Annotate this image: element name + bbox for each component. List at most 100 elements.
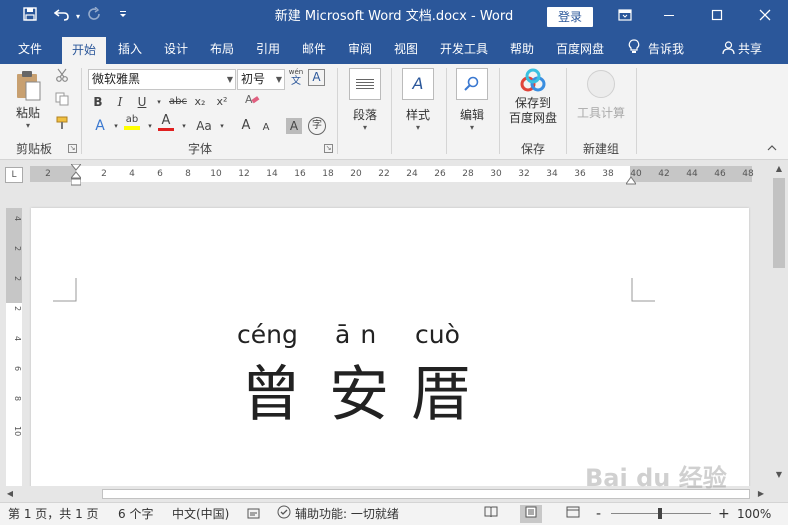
tab-references[interactable]: 引用 bbox=[248, 34, 288, 64]
editing-label: 编辑 bbox=[459, 108, 484, 122]
scroll-left-icon[interactable]: ◀ bbox=[5, 489, 15, 498]
zoom-out-button[interactable]: - bbox=[596, 503, 601, 525]
subscript-button[interactable]: x₂ bbox=[190, 92, 210, 112]
proofing-icon[interactable] bbox=[247, 503, 261, 525]
ruler-tick-label: 32 bbox=[518, 169, 530, 179]
ribbon: 粘贴 ▾ 剪贴板 ↘ 微软雅黑 ▼ 初号 ▼ wén 文 A B I U ▾ abc… bbox=[0, 64, 788, 160]
tab-file[interactable]: 文件 bbox=[8, 34, 52, 64]
font-size-value: 初号 bbox=[241, 72, 266, 86]
new-group-label: 新建组 bbox=[582, 142, 619, 156]
calculator-tool-button[interactable]: 工具计算 bbox=[572, 70, 630, 130]
ruler-tick-label: 6 bbox=[157, 169, 163, 179]
styles-button[interactable]: A 样式 ▾ bbox=[398, 68, 438, 138]
save-group-label: 保存 bbox=[520, 142, 545, 156]
ruler-tick-label: 36 bbox=[574, 169, 586, 179]
ruler-tick-label: 2 bbox=[13, 306, 22, 312]
redo-icon[interactable] bbox=[84, 0, 106, 34]
scroll-down-icon[interactable]: ▼ bbox=[773, 470, 785, 479]
minimize-icon[interactable] bbox=[656, 0, 682, 34]
font-color-button[interactable]: A bbox=[156, 114, 176, 134]
vertical-scroll-thumb[interactable] bbox=[773, 178, 785, 268]
zoom-in-button[interactable]: + bbox=[718, 503, 730, 525]
indent-marker-icon[interactable] bbox=[69, 163, 83, 186]
superscript-button[interactable]: x² bbox=[212, 92, 232, 112]
font-size-combo[interactable]: 初号 ▼ bbox=[237, 69, 285, 90]
font-name-combo[interactable]: 微软雅黑 ▼ bbox=[88, 69, 236, 90]
paragraph-button[interactable]: 段落 ▾ bbox=[346, 68, 384, 138]
close-icon[interactable] bbox=[752, 0, 778, 34]
horizontal-scroll-thumb[interactable] bbox=[102, 489, 750, 499]
editing-button[interactable]: 编辑 ▾ bbox=[452, 68, 492, 138]
bold-button[interactable]: B bbox=[88, 92, 108, 112]
format-painter-icon[interactable] bbox=[52, 116, 72, 136]
enclose-characters-button[interactable]: 字 bbox=[308, 117, 326, 135]
read-mode-icon[interactable] bbox=[480, 505, 502, 523]
tab-baidu-netdisk[interactable]: 百度网盘 bbox=[548, 34, 612, 64]
baidu-netdisk-icon bbox=[520, 68, 546, 92]
undo-dropdown-icon[interactable]: ▾ bbox=[72, 0, 84, 34]
copy-icon[interactable] bbox=[52, 92, 72, 112]
character-border-button[interactable]: A bbox=[308, 69, 325, 86]
phonetic-char: 文 bbox=[291, 76, 301, 87]
group-divider bbox=[337, 68, 338, 154]
tab-view[interactable]: 视图 bbox=[386, 34, 426, 64]
ruler-tick-label: 2 bbox=[45, 169, 51, 179]
grow-font-button[interactable]: A bbox=[236, 116, 256, 136]
tab-home[interactable]: 开始 bbox=[62, 37, 106, 64]
tab-selector[interactable]: L bbox=[5, 167, 23, 183]
tab-design[interactable]: 设计 bbox=[156, 34, 196, 64]
phonetic-guide-button[interactable]: wén 文 bbox=[286, 68, 306, 88]
scroll-right-icon[interactable]: ▶ bbox=[756, 489, 766, 498]
clipboard-launcher-icon[interactable]: ↘ bbox=[68, 144, 77, 153]
web-layout-icon[interactable] bbox=[562, 505, 584, 523]
paste-button[interactable]: 粘贴 ▾ bbox=[8, 70, 48, 136]
chevron-down-icon[interactable]: ▾ bbox=[212, 116, 232, 136]
login-button[interactable]: 登录 bbox=[547, 7, 593, 27]
font-group-label: 字体 bbox=[187, 142, 212, 156]
tab-layout[interactable]: 布局 bbox=[202, 34, 242, 64]
maximize-icon[interactable] bbox=[704, 0, 730, 34]
accessibility-status[interactable]: 辅助功能: 一切就绪 bbox=[276, 503, 399, 525]
page-count[interactable]: 第 1 页，共 1 页 bbox=[8, 503, 99, 525]
styles-label: 样式 bbox=[405, 108, 430, 122]
tab-review[interactable]: 审阅 bbox=[340, 34, 380, 64]
scroll-up-icon[interactable]: ▲ bbox=[773, 164, 785, 173]
save-icon[interactable] bbox=[18, 0, 42, 34]
zoom-slider-thumb[interactable] bbox=[658, 508, 662, 519]
tab-help[interactable]: 帮助 bbox=[502, 34, 542, 64]
highlight-button[interactable]: ab bbox=[122, 114, 142, 134]
print-layout-icon[interactable] bbox=[520, 505, 542, 523]
zoom-level[interactable]: 100% bbox=[737, 503, 771, 525]
font-launcher-icon[interactable]: ↘ bbox=[324, 144, 333, 153]
tab-mailings[interactable]: 邮件 bbox=[294, 34, 334, 64]
vertical-ruler[interactable]: 4 2 2 2 4 6 8 10 bbox=[6, 208, 22, 486]
tab-insert[interactable]: 插入 bbox=[110, 34, 150, 64]
ruler-tick-label: 46 bbox=[714, 169, 726, 179]
undo-icon[interactable] bbox=[50, 0, 74, 34]
customize-qat-icon[interactable] bbox=[114, 0, 132, 34]
clear-formatting-icon[interactable]: A bbox=[242, 92, 262, 112]
save-to-baidu-button[interactable]: 保存到 百度网盘 bbox=[504, 68, 562, 138]
cut-icon[interactable] bbox=[52, 68, 72, 88]
share-button[interactable]: 共享 bbox=[716, 34, 768, 64]
horizontal-ruler[interactable]: 2 2 4 6 8 10 12 14 16 18 20 22 24 26 28 30 32 34 36 38 40 42 4… bbox=[30, 163, 754, 186]
vertical-scrollbar[interactable]: ▲ ▼ bbox=[770, 160, 788, 486]
strikethrough-button[interactable]: abc bbox=[166, 92, 190, 112]
word-count[interactable]: 6 个字 bbox=[118, 503, 153, 525]
tab-developer[interactable]: 开发工具 bbox=[434, 34, 494, 64]
chevron-down-icon[interactable]: ▾ bbox=[174, 116, 194, 136]
group-divider bbox=[566, 68, 567, 154]
italic-button[interactable]: I bbox=[110, 92, 130, 112]
character-shading-button[interactable]: A bbox=[286, 118, 302, 134]
language-indicator[interactable]: 中文(中国) bbox=[172, 503, 229, 525]
horizontal-scrollbar[interactable]: ◀ ▶ bbox=[0, 486, 770, 502]
crop-mark-top-left bbox=[53, 278, 77, 302]
save-to-label: 保存到 bbox=[514, 96, 551, 110]
ribbon-display-options-icon[interactable] bbox=[612, 0, 638, 34]
document-page[interactable]: céng ān cuò 曾 安 厝 bbox=[31, 208, 749, 486]
group-divider bbox=[446, 68, 447, 154]
tell-me-box[interactable]: 告诉我 bbox=[620, 34, 692, 64]
shrink-font-button[interactable]: A bbox=[256, 118, 276, 138]
font-color-bar bbox=[158, 128, 174, 131]
collapse-ribbon-icon[interactable] bbox=[764, 142, 780, 156]
